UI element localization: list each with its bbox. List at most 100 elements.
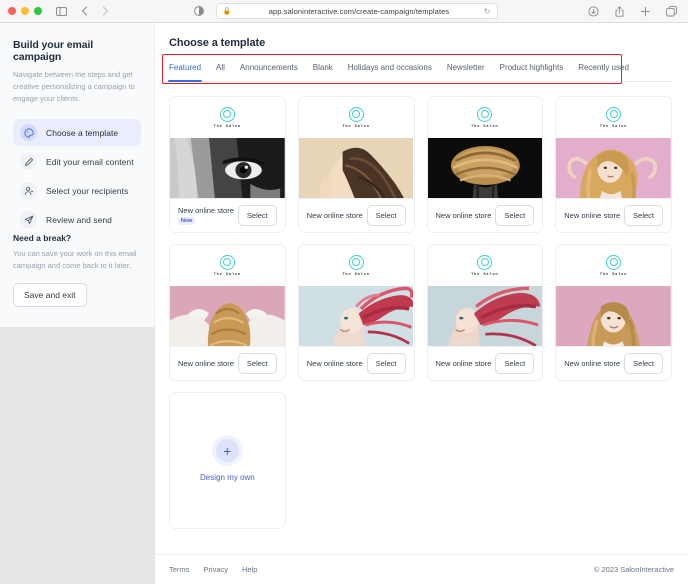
template-preview: The Salon xyxy=(556,97,671,199)
template-hero-image xyxy=(556,286,671,347)
tab-announcements[interactable]: Announcements xyxy=(240,63,298,76)
sidebar-item-edit-your-email-content[interactable]: Edit your email content xyxy=(13,148,141,175)
main-content: Choose a template Featured All Announcem… xyxy=(155,23,688,584)
copyright-text: © 2023 SalonInteractive xyxy=(593,565,674,574)
template-card[interactable]: The Salon xyxy=(555,244,672,381)
black-swirl-hair-art xyxy=(427,138,543,199)
template-brand-header: The Salon xyxy=(427,245,543,286)
share-icon[interactable] xyxy=(611,3,628,20)
sidebar-item-select-your-recipients[interactable]: Select your recipients xyxy=(13,177,141,204)
plus-icon: + xyxy=(215,439,239,462)
template-brand-header: The Salon xyxy=(170,97,285,138)
template-card[interactable]: The Salon xyxy=(426,244,544,381)
downloads-icon[interactable] xyxy=(585,3,602,20)
page-footer: Terms Privacy Help © 2023 SalonInteracti… xyxy=(155,554,688,584)
template-brand-name: The Salon xyxy=(471,272,499,277)
address-bar[interactable]: 🔒 app.saloninteractive.com/create-campai… xyxy=(215,3,498,19)
select-button[interactable]: Select xyxy=(624,353,663,375)
footer-link-privacy[interactable]: Privacy xyxy=(203,565,228,574)
salon-logo-icon xyxy=(348,254,364,270)
template-title: New online store xyxy=(564,211,621,221)
sidebar-item-label: Select your recipients xyxy=(46,185,129,196)
template-category-tabs-region: Featured All Announcements Blank Holiday… xyxy=(162,54,672,84)
address-bar-url: app.saloninteractive.com/create-campaign… xyxy=(268,6,450,16)
need-a-break-description: You can save your work on this email cam… xyxy=(13,249,137,271)
template-card[interactable]: The Salon xyxy=(169,244,286,381)
select-button[interactable]: Select xyxy=(495,205,535,227)
template-card[interactable]: The Salon xyxy=(297,244,415,381)
template-meta: New online store xyxy=(436,359,492,368)
salon-logo-icon xyxy=(348,106,364,122)
select-button[interactable]: Select xyxy=(495,353,535,375)
tab-featured[interactable]: Featured xyxy=(167,63,203,82)
template-preview: The Salon xyxy=(427,245,543,347)
paper-plane-icon xyxy=(20,211,37,229)
template-card[interactable]: The Salon xyxy=(555,96,672,233)
chrome-toolbar-right xyxy=(585,3,680,20)
design-my-own-label: Design my own xyxy=(200,473,255,482)
pink-back-of-head-art xyxy=(170,286,285,347)
template-card-footer: New online store Select xyxy=(170,346,285,380)
template-brand-header: The Salon xyxy=(298,97,414,138)
template-card-footer: New online store Select xyxy=(298,198,414,232)
template-meta: New online store xyxy=(307,211,363,220)
template-grid: The Salon New online store New Select Th… xyxy=(169,96,672,529)
pencil-icon xyxy=(20,153,37,171)
lock-icon: 🔒 xyxy=(222,8,232,15)
tab-blank[interactable]: Blank xyxy=(313,63,333,76)
template-title: New online store xyxy=(178,359,234,369)
template-brand-header: The Salon xyxy=(298,245,414,286)
template-title: New online store xyxy=(306,211,363,221)
save-and-exit-panel: Need a break? You can save your work on … xyxy=(13,233,141,327)
template-brand-header: The Salon xyxy=(170,245,285,286)
template-card[interactable]: The Salon xyxy=(297,96,415,233)
template-meta: New online store xyxy=(178,359,234,368)
tab-overview-icon[interactable] xyxy=(663,3,680,20)
sidebar-item-choose-a-template[interactable]: Choose a template xyxy=(13,119,141,147)
template-hero-image xyxy=(427,138,543,199)
select-button[interactable]: Select xyxy=(237,205,277,227)
footer-link-terms[interactable]: Terms xyxy=(169,565,189,574)
template-hero-image xyxy=(427,286,543,347)
red-flying-hair-art xyxy=(298,286,414,347)
tab-recently-used[interactable]: Recently used xyxy=(578,63,629,76)
person-icon xyxy=(20,182,37,200)
sidebar-toggle-icon[interactable] xyxy=(53,3,70,20)
template-meta: New online store xyxy=(564,359,620,368)
tab-holidays-and-occasions[interactable]: Holidays and occasions xyxy=(348,63,432,76)
tab-newsletter[interactable]: Newsletter xyxy=(447,63,485,76)
design-my-own-card[interactable]: + Design my own xyxy=(169,392,286,529)
back-arrow-icon[interactable] xyxy=(76,3,93,20)
close-window-button[interactable] xyxy=(8,7,16,15)
template-card[interactable]: The Salon xyxy=(169,96,286,233)
save-and-exit-button[interactable]: Save and exit xyxy=(13,283,87,308)
minimize-window-button[interactable] xyxy=(21,7,29,15)
salon-logo-icon xyxy=(477,106,493,122)
reload-icon[interactable]: ↻ xyxy=(484,7,491,16)
select-button[interactable]: Select xyxy=(366,353,406,375)
template-brand-header: The Salon xyxy=(556,97,671,138)
sidebar-item-label: Edit your email content xyxy=(46,156,134,167)
reader-mode-icon[interactable] xyxy=(191,3,208,20)
template-brand-name: The Salon xyxy=(342,272,370,277)
salon-logo-icon xyxy=(219,106,235,122)
sidebar-item-review-and-send[interactable]: Review and send xyxy=(13,206,141,233)
maximize-window-button[interactable] xyxy=(34,7,42,15)
footer-link-help[interactable]: Help xyxy=(242,565,257,574)
new-tab-icon[interactable] xyxy=(637,3,654,20)
template-preview: The Salon xyxy=(170,245,285,347)
tab-product-highlights[interactable]: Product highlights xyxy=(500,63,564,76)
tab-all[interactable]: All xyxy=(216,63,225,76)
bw-portrait-eye-art xyxy=(170,138,285,199)
browser-chrome: 🔒 app.saloninteractive.com/create-campai… xyxy=(0,0,688,23)
template-card[interactable]: The Salon xyxy=(426,96,544,233)
sidebar: Build your email campaign Navigate betwe… xyxy=(0,23,155,328)
template-card-footer: New online store Select xyxy=(556,346,671,380)
select-button[interactable]: Select xyxy=(624,205,663,227)
sidebar-nav: Choose a template Edit your email conten… xyxy=(13,119,141,233)
template-title: New online store xyxy=(435,359,492,369)
select-button[interactable]: Select xyxy=(366,205,406,227)
sidebar-background-filler xyxy=(0,327,155,584)
forward-arrow-icon[interactable] xyxy=(97,3,114,20)
select-button[interactable]: Select xyxy=(237,353,277,375)
